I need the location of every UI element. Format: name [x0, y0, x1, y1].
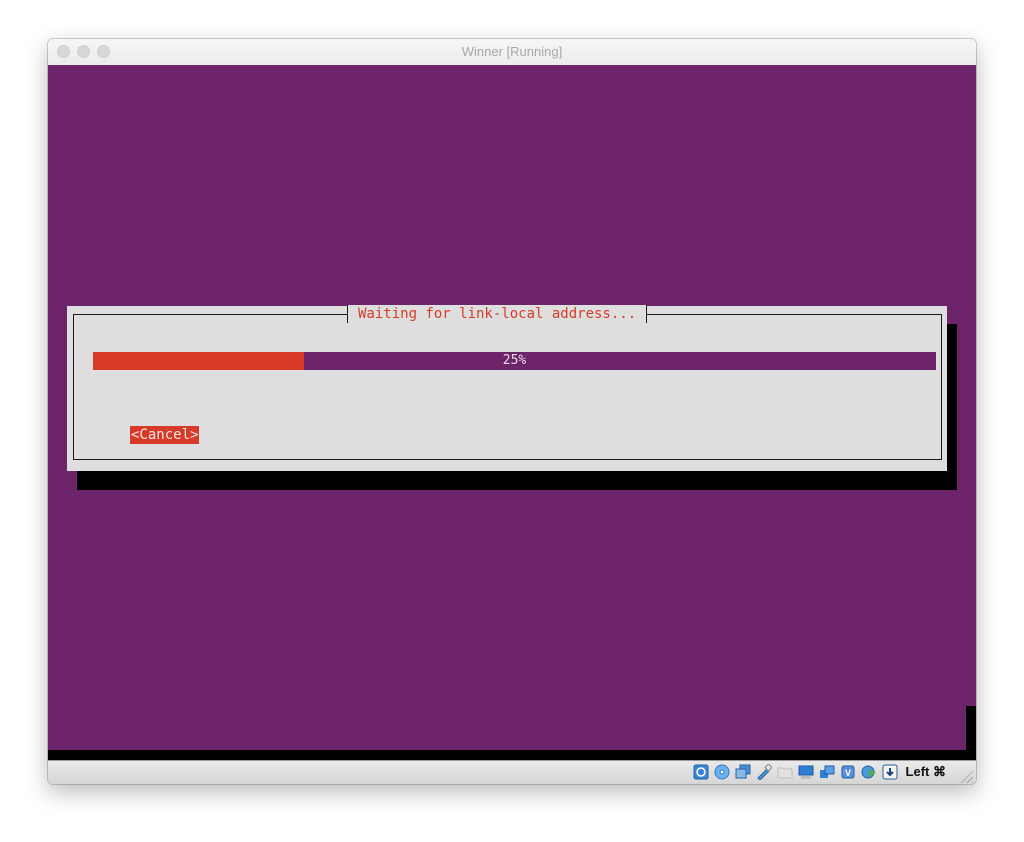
cancel-button[interactable]: <Cancel>	[130, 426, 200, 444]
mouse-integration-icon[interactable]	[882, 764, 898, 780]
optical-drive-icon[interactable]	[714, 764, 730, 780]
video-capture-icon[interactable]	[819, 764, 835, 780]
dialog-title: Waiting for link-local address...	[347, 305, 648, 323]
svg-text:V: V	[845, 768, 851, 778]
progress-bar: 25%	[93, 352, 936, 370]
progress-label: 25%	[502, 353, 527, 368]
screen-edge	[966, 706, 976, 750]
audio-icon[interactable]	[735, 764, 751, 780]
status-bar: V Left ⌘	[48, 760, 976, 784]
virtualbox-window: Winner [Running] Waiting for link-local …	[48, 39, 976, 784]
screen-bottom-edge	[48, 750, 976, 760]
host-key-indicator: Left ⌘	[905, 764, 946, 779]
vm-screen[interactable]: Waiting for link-local address... 25% <C…	[48, 65, 976, 750]
title-bar[interactable]: Winner [Running]	[48, 39, 976, 66]
hard-disk-icon[interactable]	[693, 764, 709, 780]
usb-icon[interactable]	[756, 763, 773, 781]
window-title: Winner [Running]	[461, 44, 563, 59]
progress-dialog: Waiting for link-local address... 25% <C…	[67, 305, 947, 471]
shared-folders-icon[interactable]	[777, 764, 793, 780]
display-icon[interactable]	[798, 764, 814, 780]
resize-grip[interactable]	[959, 769, 973, 783]
cpu-virtualization-icon[interactable]: V	[840, 764, 856, 780]
dialog-frame: Waiting for link-local address... 25% <C…	[73, 305, 942, 460]
network-icon[interactable]	[861, 764, 877, 780]
